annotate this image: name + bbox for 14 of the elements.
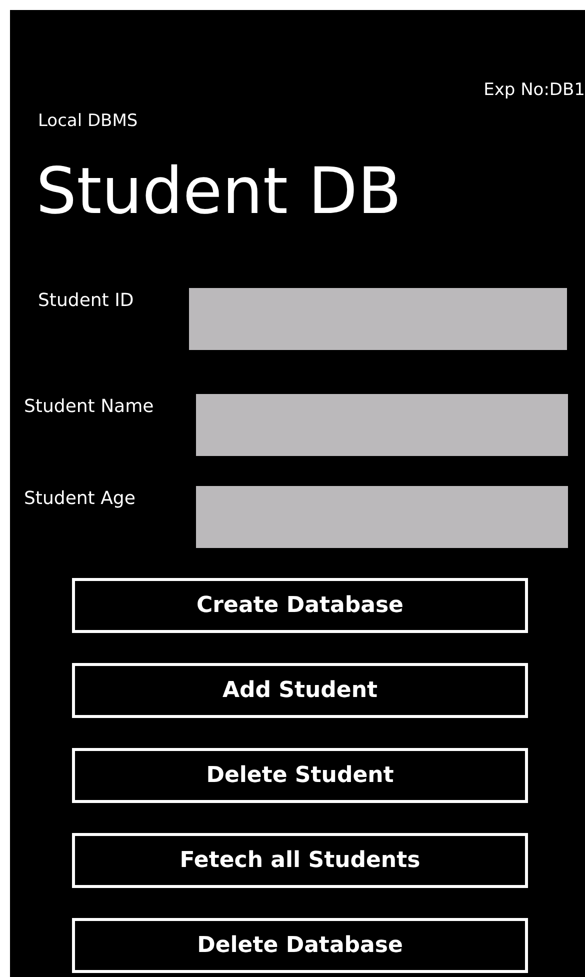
action-button[interactable]: Add Student xyxy=(72,663,528,718)
field-label: Student Age xyxy=(24,488,136,509)
action-button[interactable]: Create Database xyxy=(72,578,528,633)
action-button[interactable]: Delete Student xyxy=(72,748,528,803)
action-button[interactable]: Delete Database xyxy=(72,918,528,973)
input-field[interactable] xyxy=(196,394,568,456)
input-field[interactable] xyxy=(189,288,567,350)
experiment-number: Exp No:DB1 xyxy=(484,80,585,100)
action-button[interactable]: Fetech all Students xyxy=(72,833,528,888)
field-label: Student ID xyxy=(38,290,134,311)
app-name: Local DBMS xyxy=(38,111,138,131)
page-title: Student DB xyxy=(36,160,402,224)
field-label: Student Name xyxy=(24,396,154,417)
input-field[interactable] xyxy=(196,486,568,548)
